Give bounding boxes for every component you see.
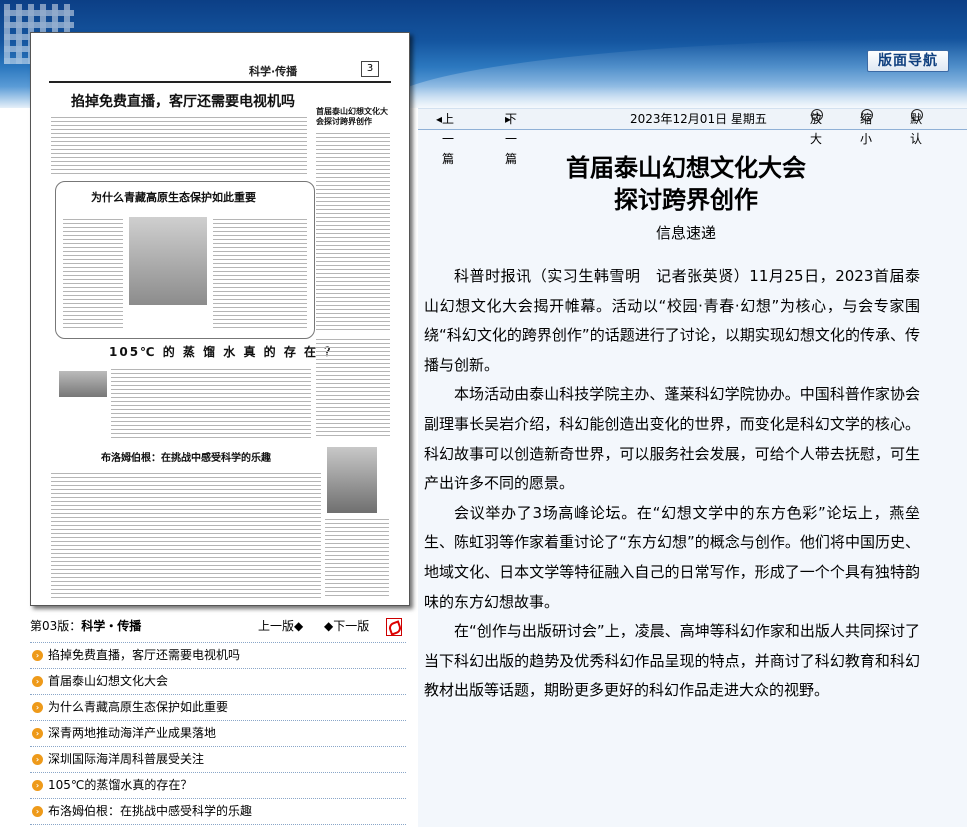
article-list-item[interactable]: › 105℃的蒸馏水真的存在？ [30,773,406,799]
newspaper-page-thumbnail[interactable]: 科学·传播 3 掐掉免费直播，客厅还需要电视机吗 首届泰山幻想文化大会探讨跨界创… [30,32,410,606]
arrow-bullet-icon: › [32,676,43,687]
article-list-item[interactable]: › 为什么青藏高原生态保护如此重要 [30,695,406,721]
page-label: 第03版：科学・传播 [30,619,142,633]
circle-icon [911,109,923,121]
article-list: › 掐掉免费直播，客厅还需要电视机吗 › 首届泰山幻想文化大会 › 为什么青藏高原生态… [30,642,406,825]
issue-date: 2023年12月01日 星期五 [630,112,767,126]
newspaper-text-block [213,219,307,331]
newspaper-photo [59,371,107,397]
newspaper-portrait-photo [327,447,377,513]
article-paragraph: 会议举办了3场高峰论坛。在“幻想文学中的东方色彩”论坛上，燕垒生、陈虹羽等作家着… [424,503,920,611]
newspaper-headline-lower[interactable]: 布洛姆伯根：在挑战中感受科学的乐趣 [101,449,271,464]
article-title: 首届泰山幻想文化大会 探讨跨界创作 [566,154,806,214]
arrow-bullet-icon: › [32,754,43,765]
page-navigation-row: 第03版：科学・传播 上一版◆ ◆下一版 [30,616,406,636]
newspaper-headline-box[interactable]: 为什么青藏高原生态保护如此重要 [91,189,256,205]
pdf-icon[interactable] [386,618,402,636]
newspaper-photo [129,217,207,305]
prev-page-link[interactable]: 上一版◆ [258,616,303,636]
article-paragraph: 科普时报讯（实习生韩雪明 记者张英贤）11月25日，2023首届泰山幻想文化大会… [424,267,920,374]
newspaper-headline-middle[interactable]: 105℃ 的 蒸 馏 水 真 的 存 在 ？ [109,343,338,360]
article-column-name: 信息速递 [655,224,716,242]
article-list-item[interactable]: › 深青两地推动海洋产业成果落地 [30,721,406,747]
article-list-item[interactable]: › 首届泰山幻想文化大会 [30,669,406,695]
banner-swoosh-decoration [380,38,967,108]
newspaper-section-header: 科学·传播 [249,65,298,78]
newspaper-headline-side[interactable]: 首届泰山幻想文化大会探讨跨界创作 [316,107,388,127]
newspaper-text-block [316,133,390,333]
newspaper-text-block [325,519,389,599]
newspaper-text-block [111,369,311,439]
next-page-link[interactable]: ◆下一版 [324,616,369,636]
article-list-item[interactable]: › 布洛姆伯根：在挑战中感受科学的乐趣 [30,799,406,825]
arrow-bullet-icon: › [32,650,43,661]
newspaper-page-number: 3 [361,61,379,77]
newspaper-headline-main[interactable]: 掐掉免费直播，客厅还需要电视机吗 [71,91,295,111]
prev-article-link[interactable]: ◂ 上一篇 [436,109,454,166]
newspaper-text-block [51,117,307,177]
newspaper-rule [49,81,391,83]
left-panel: 科学·传播 3 掐掉免费直播，客厅还需要电视机吗 首届泰山幻想文化大会探讨跨界创… [0,0,420,827]
article-toolbar: ◂ 上一篇 下一篇 ▸ 2023年12月01日 星期五 放大 + 缩小 − 默认 [418,108,967,166]
article-panel: ◂ 上一篇 下一篇 ▸ 2023年12月01日 星期五 放大 + 缩小 − 默认 首… [418,108,967,827]
newspaper-text-block [51,473,321,599]
article-list-item[interactable]: › 深圳国际海洋周科普展受关注 [30,747,406,773]
arrow-bullet-icon: › [32,702,43,713]
article-body: 科普时报讯（实习生韩雪明 记者张英贤）11月25日，2023首届泰山幻想文化大会… [424,262,920,706]
page-navigation-button[interactable]: 版面导航 [867,50,949,72]
plus-icon: + [811,109,823,121]
article-list-item[interactable]: › 掐掉免费直播，客厅还需要电视机吗 [30,642,406,669]
minus-icon: − [861,109,873,121]
arrow-bullet-icon: › [32,780,43,791]
article-paragraph: 本场活动由泰山科技学院主办、蓬莱科幻学院协办。中国科普作家协会副理事长吴岩介绍，… [424,385,920,493]
newspaper-text-block [63,219,123,331]
newspaper-text-block [316,339,390,439]
arrow-bullet-icon: › [32,806,43,817]
article-paragraph: 在“创作与出版研讨会”上，凌晨、高坤等科幻作家和出版人共同探讨了当下科幻出版的趋… [424,622,920,700]
next-article-link[interactable]: 下一篇 ▸ [505,109,517,166]
arrow-bullet-icon: › [32,728,43,739]
